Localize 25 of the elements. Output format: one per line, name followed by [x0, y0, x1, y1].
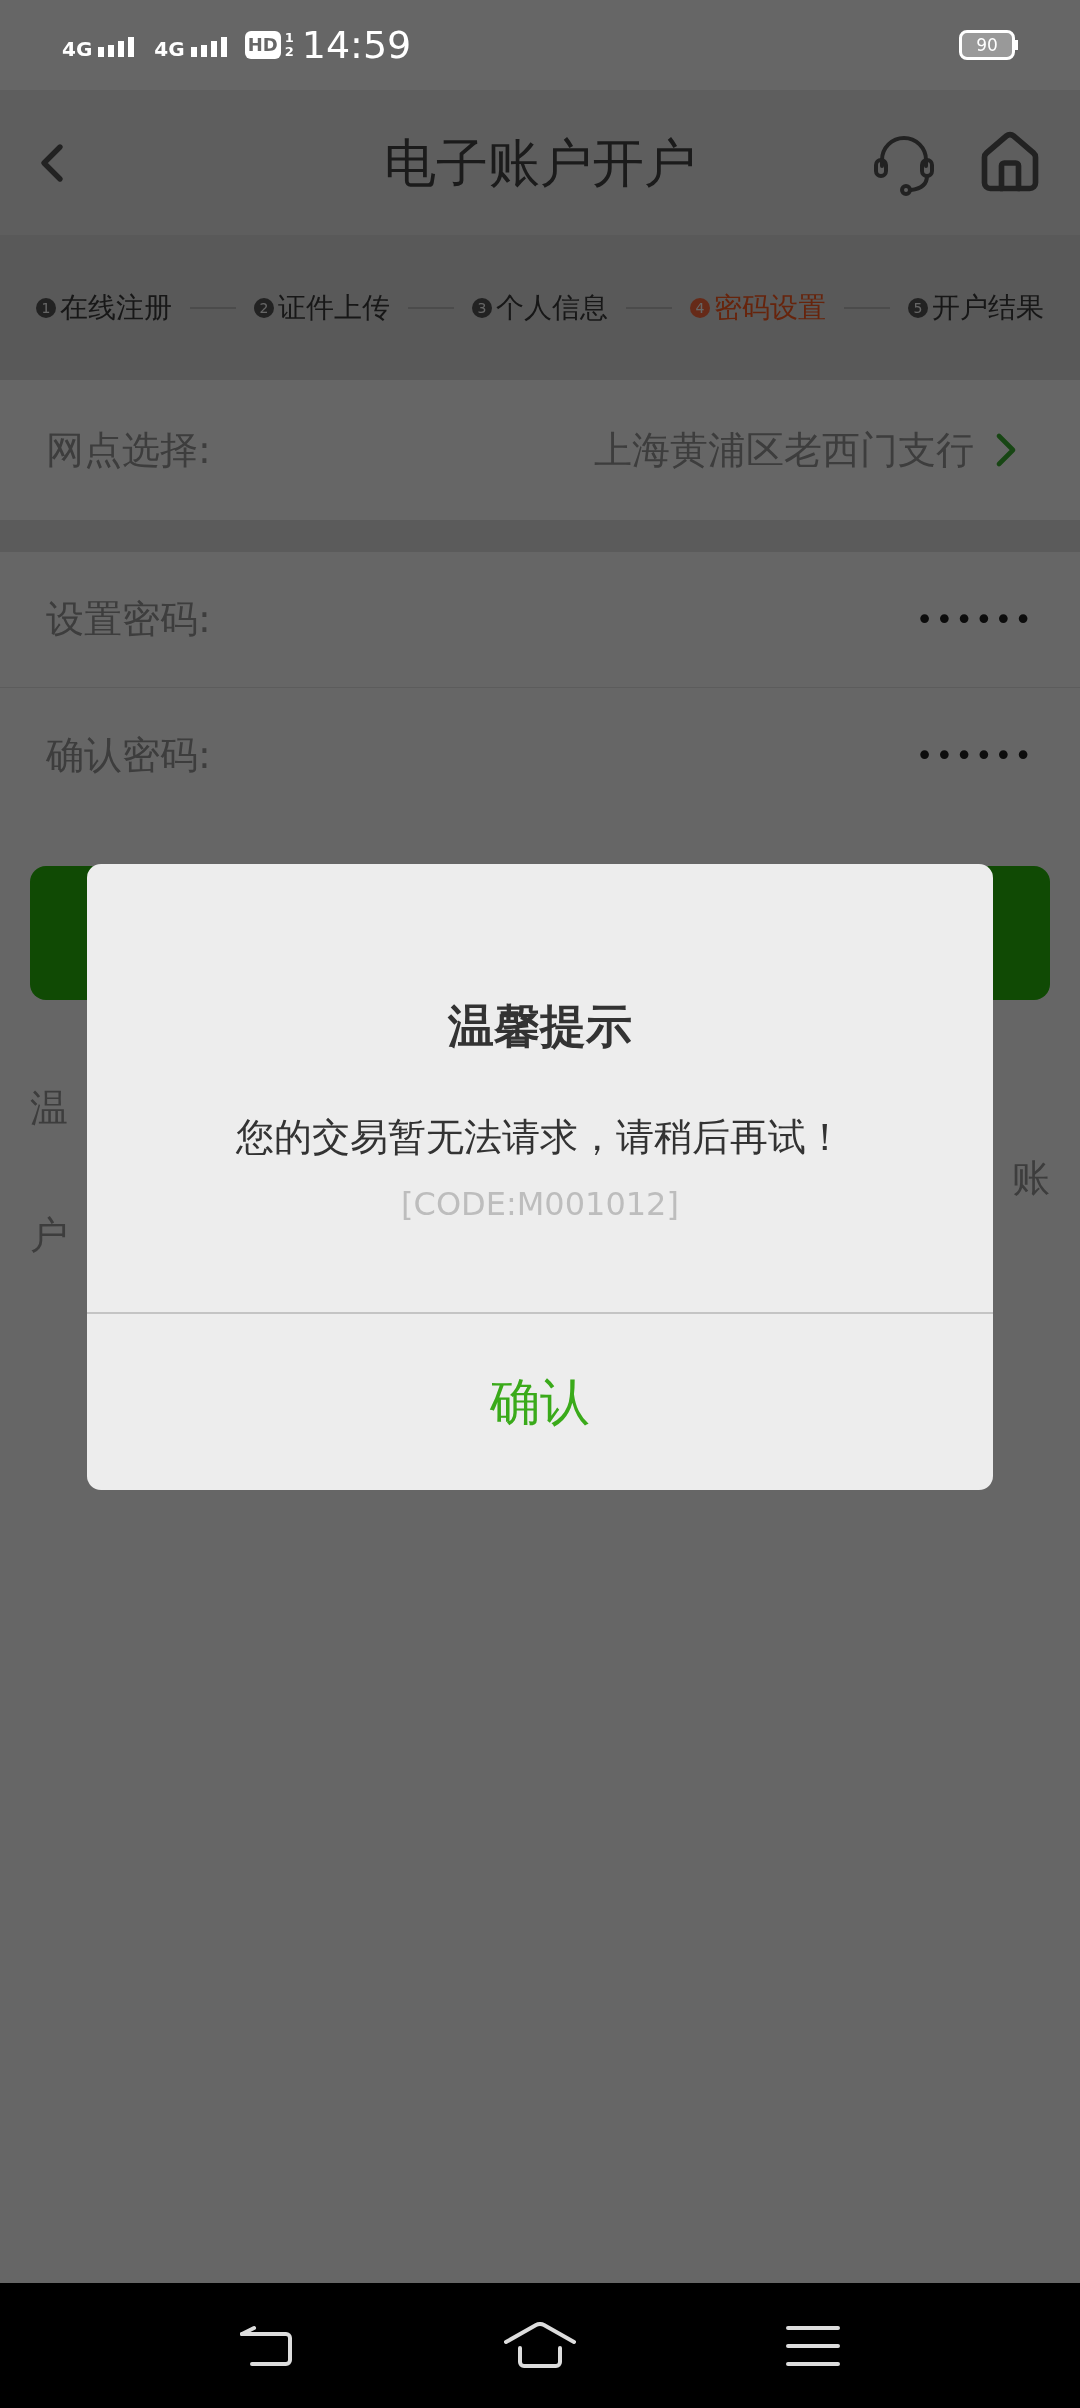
- hd-badge: HD: [244, 31, 281, 59]
- dialog-message: 您的交易暂无法请求，请稍后再试！: [236, 1114, 844, 1161]
- step-number: 5: [908, 297, 928, 318]
- battery-tip-icon: [1015, 40, 1018, 50]
- step-label: 证件上传: [278, 289, 390, 326]
- dialog-title: 温馨提示: [448, 998, 632, 1055]
- sim-slot-label: 2: [284, 45, 294, 59]
- menu-icon[interactable]: [786, 2324, 840, 2367]
- page-title: 电子账户开户: [384, 131, 696, 195]
- network-label: 4G: [154, 39, 185, 59]
- step-number: 1: [36, 297, 56, 318]
- home-icon[interactable]: [504, 2321, 576, 2370]
- clock: 14:59: [301, 26, 412, 64]
- step-label: 开户结果: [932, 289, 1044, 326]
- confirm-button[interactable]: 确认: [87, 1314, 993, 1490]
- network-label: 4G: [62, 39, 93, 59]
- back-icon[interactable]: [240, 2323, 294, 2368]
- step-number: 3: [472, 297, 492, 318]
- step-label: 在线注册: [60, 289, 172, 326]
- step-number: 2: [254, 297, 274, 318]
- sim-slot-label: 1: [284, 31, 294, 45]
- step-label: 密码设置: [714, 289, 826, 326]
- step-number: 4: [690, 297, 710, 318]
- battery-icon: 90: [959, 30, 1015, 60]
- step-label: 个人信息: [496, 289, 608, 326]
